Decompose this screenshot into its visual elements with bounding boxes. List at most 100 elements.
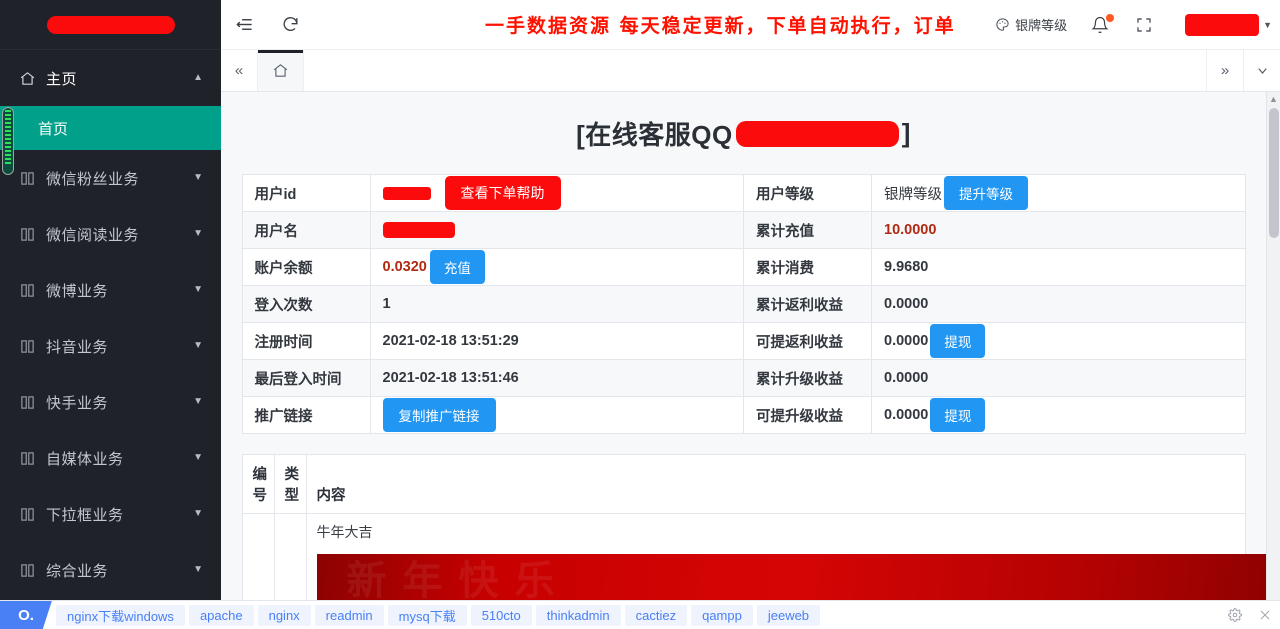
fullscreen-icon[interactable] [1121,0,1167,50]
taskbar-tab[interactable]: 510cto [471,605,532,626]
label-withdrawable-rebate: 可提返利收益 [744,323,872,360]
notice-header-row: 编号 类型 内容 [242,455,1245,514]
notice-table: 编号 类型 内容 牛年大吉 新年快乐 牛年大吉正时旺 所有业务全面 [242,454,1246,601]
sidebar-group-kuaishou[interactable]: 快手业务 ▼ [0,374,221,430]
sidebar-group-wechat-fans[interactable]: 微信粉丝业务 ▼ [0,150,221,206]
content-scrollbar[interactable]: ▲ [1266,92,1280,601]
table-row: 最后登入时间 2021-02-18 13:51:46 累计升级收益 0.0000 [242,360,1245,397]
withdraw-rebate-button[interactable]: 提现 [930,324,985,358]
module-icon [16,227,38,242]
chevron-up-icon[interactable]: ▲ [193,73,203,83]
table-row: 推广链接 复制推广链接 可提升级收益 0.0000 提现 [242,397,1245,434]
double-chevron-left-icon[interactable]: « [221,50,258,91]
sidebar-group-label: 微博业务 [46,280,193,301]
sidebar-group-label: 综合业务 [46,560,193,581]
module-icon [16,171,38,186]
announcement-text: 一手数据资源 每天稳定更新，下单自动执行，订单 [313,11,956,38]
sidebar-scrollbar[interactable] [2,107,14,175]
sidebar-group-comprehensive[interactable]: 综合业务 ▼ [0,542,221,598]
label-username: 用户名 [242,212,370,249]
sidebar-item-index[interactable]: 首页 [0,106,221,150]
taskbar-tab[interactable]: nginx下载windows [56,605,185,626]
theme-palette-icon [995,17,1010,32]
cell-register-time-value: 2021-02-18 13:51:29 [370,323,744,360]
chevron-down-icon[interactable]: ▼ [193,229,203,239]
level-indicator[interactable]: 银牌等级 [983,15,1079,34]
copy-promotion-link-button[interactable]: 复制推广链接 [383,398,496,432]
cell-withdrawable-rebate-value: 0.0000 提现 [872,323,1246,360]
page-title-suffix: ] [902,118,911,149]
taskbar-tab[interactable]: thinkadmin [536,605,621,626]
announcement-marquee: 一手数据资源 每天稳定更新，下单自动执行，订单 [313,0,983,50]
notice-content-cell: 牛年大吉 新年快乐 牛年大吉正时旺 所有业务全面 [306,514,1245,602]
chevron-down-icon[interactable]: ▼ [193,565,203,575]
notice-col-content: 内容 [306,455,1245,514]
table-row: 用户id 查看下单帮助 用户等级 银牌等级 提升等级 [242,175,1245,212]
sidebar-group-self-media[interactable]: 自媒体业务 ▼ [0,430,221,486]
notice-type-cell [274,514,306,602]
label-user-level: 用户等级 [744,175,872,212]
cell-login-count-value: 1 [370,286,744,323]
label-withdrawable-upgrade-income: 可提升级收益 [744,397,872,434]
recharge-button[interactable]: 充值 [430,250,485,284]
double-chevron-right-icon[interactable]: » [1206,50,1243,91]
table-row: 登入次数 1 累计返利收益 0.0000 [242,286,1245,323]
notice-col-no: 编号 [242,455,274,514]
chevron-down-icon[interactable]: ▼ [193,509,203,519]
browser-logo[interactable]: O. [0,601,52,629]
scroll-up-arrow-icon[interactable]: ▲ [1267,92,1280,106]
tab-menu-chevron-down-icon[interactable] [1243,50,1280,91]
label-total-upgrade-income: 累计升级收益 [744,360,872,397]
total-rebate-value: 0.0000 [884,296,928,312]
cell-total-upgrade-income-value: 0.0000 [872,360,1246,397]
logo-redaction [47,16,175,34]
taskbar-tab[interactable]: jeeweb [757,605,820,626]
chevron-down-icon[interactable]: ▼ [1263,20,1272,30]
refresh-icon[interactable] [267,0,313,50]
home-icon [16,70,38,87]
sidebar-group-label: 自媒体业务 [46,448,193,469]
chevron-down-icon[interactable]: ▼ [193,173,203,183]
sidebar-group-home[interactable]: 主页 ▲ [0,50,221,106]
main-content: [在线客服QQ ] 用户id 查看下单帮助 用户 [221,92,1280,601]
tab-home[interactable] [258,50,304,91]
chevron-down-icon[interactable]: ▼ [193,341,203,351]
label-last-login-time: 最后登入时间 [242,360,370,397]
taskbar-tab[interactable]: cactiez [625,605,687,626]
total-upgrade-income-value: 0.0000 [884,370,928,386]
label-total-recharge: 累计充值 [744,212,872,249]
avatar [1185,14,1259,36]
module-icon [16,395,38,410]
taskbar-tab[interactable]: apache [189,605,254,626]
table-row: 用户名 累计充值 10.0000 [242,212,1245,249]
close-icon[interactable] [1250,601,1280,629]
module-icon [16,283,38,298]
sidebar-group-douyin[interactable]: 抖音业务 ▼ [0,318,221,374]
chevron-down-icon[interactable]: ▼ [193,453,203,463]
withdraw-upgrade-button[interactable]: 提现 [930,398,985,432]
notification-bell[interactable] [1079,0,1121,50]
label-balance: 账户余额 [242,249,370,286]
scrollbar-thumb[interactable] [1269,108,1279,238]
upgrade-level-button[interactable]: 提升等级 [944,176,1028,210]
user-avatar-menu[interactable]: ▼ [1167,0,1280,50]
taskbar-tab[interactable]: nginx [258,605,311,626]
chevron-down-icon[interactable]: ▼ [193,397,203,407]
menu-collapse-icon[interactable] [221,0,267,50]
chevron-down-icon[interactable]: ▼ [193,285,203,295]
sidebar-group-wechat-read[interactable]: 微信阅读业务 ▼ [0,206,221,262]
sidebar-logo[interactable] [0,0,221,50]
taskbar-tab[interactable]: qampp [691,605,753,626]
gear-icon[interactable] [1220,601,1250,629]
sidebar-group-weibo[interactable]: 微博业务 ▼ [0,262,221,318]
taskbar-tab[interactable]: readmin [315,605,384,626]
sidebar-group-label: 抖音业务 [46,336,193,357]
label-login-count: 登入次数 [242,286,370,323]
total-recharge-value: 10.0000 [884,222,936,238]
taskbar-tab[interactable]: mysq下载 [388,605,467,626]
order-help-button[interactable]: 查看下单帮助 [445,176,561,210]
module-icon [16,563,38,578]
sidebar-item-label: 首页 [38,118,68,139]
account-info-table: 用户id 查看下单帮助 用户等级 银牌等级 提升等级 [242,174,1246,434]
sidebar-group-dropdown[interactable]: 下拉框业务 ▼ [0,486,221,542]
